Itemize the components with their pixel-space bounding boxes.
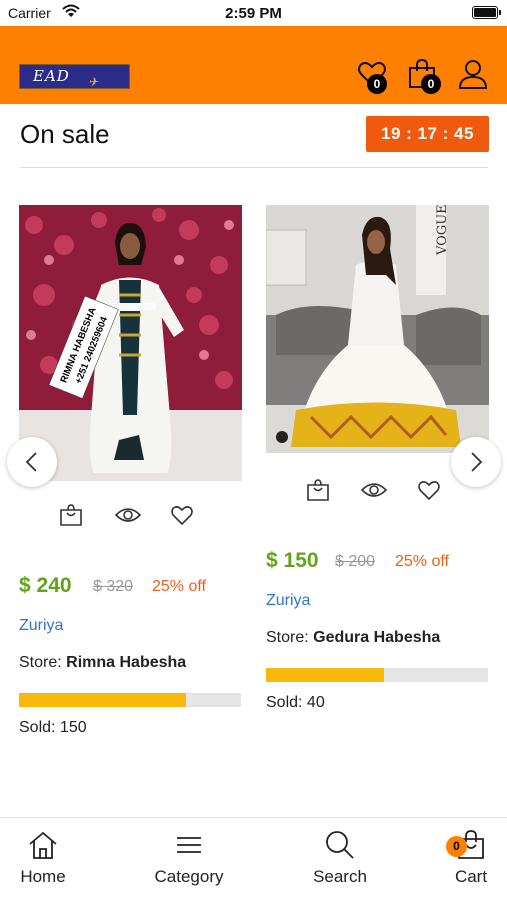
product-actions: [266, 478, 490, 504]
sold-progress-bar: [19, 693, 241, 707]
quick-view-button[interactable]: [360, 480, 388, 505]
section-title: On sale: [20, 119, 110, 149]
product-old-price: $ 320: [93, 578, 134, 595]
wishlist-button[interactable]: 0: [356, 58, 388, 94]
product-image[interactable]: RIMNA HABESHA +251 240259604: [19, 205, 242, 481]
shopping-bag-icon: [307, 479, 329, 501]
tab-label: Cart: [454, 867, 488, 886]
user-icon: [458, 60, 488, 89]
product-price: $ 240: [19, 574, 72, 597]
product-old-price: $ 200: [335, 553, 376, 570]
chevron-left-icon: [25, 452, 37, 472]
battery-icon: [472, 6, 501, 19]
sold-progress-bar: [266, 668, 488, 682]
status-bar: Carrier 2:59 PM: [0, 0, 507, 26]
carousel-prev-button[interactable]: [7, 437, 57, 487]
product-category-link[interactable]: Zuriya: [266, 592, 310, 610]
logo-text: EAD: [33, 67, 70, 85]
wishlist-count-badge: 0: [367, 74, 387, 94]
divider: [20, 167, 488, 168]
add-to-wishlist-button[interactable]: [170, 503, 194, 532]
app-header: EAD ✈ 0 0: [0, 26, 507, 104]
tab-search[interactable]: Search: [285, 818, 395, 900]
bag-count-badge: 0: [421, 74, 441, 94]
product-image[interactable]: VOGUE: [266, 205, 489, 453]
shopping-bag-icon: [60, 504, 82, 526]
store-name: Rimna Habesha: [66, 654, 187, 671]
cart-count-badge: 0: [446, 836, 467, 857]
product-discount: 25% off: [395, 553, 449, 570]
tab-label: Category: [154, 867, 224, 886]
tab-label: Home: [20, 867, 66, 886]
add-to-wishlist-button[interactable]: [417, 478, 441, 507]
menu-icon: [177, 837, 201, 853]
sold-progress-fill: [266, 668, 384, 682]
sold-progress-fill: [19, 693, 186, 707]
chevron-right-icon: [471, 452, 483, 472]
account-button[interactable]: [458, 58, 488, 90]
sold-count: Sold: 40: [266, 694, 325, 711]
heart-icon: [418, 481, 440, 501]
logo-plane-icon: ✈: [88, 75, 100, 89]
add-to-bag-button[interactable]: [59, 503, 83, 532]
product-store[interactable]: Store: Rimna Habesha: [19, 654, 186, 672]
brand-logo[interactable]: EAD ✈: [19, 64, 130, 89]
image-overlay-line: VOGUE: [435, 205, 450, 256]
product-discount: 25% off: [152, 578, 206, 595]
store-name: Gedura Habesha: [313, 629, 441, 646]
sold-count: Sold: 150: [19, 719, 87, 736]
store-label: Store:: [19, 654, 62, 671]
bag-button[interactable]: 0: [406, 58, 441, 94]
tab-label: Search: [313, 867, 367, 886]
home-icon: [29, 831, 57, 859]
sale-countdown: 19 : 17 : 45: [366, 116, 489, 152]
quick-view-button[interactable]: [114, 505, 142, 530]
heart-icon: [171, 506, 193, 526]
product-actions: [19, 503, 243, 529]
store-label: Store:: [266, 629, 309, 646]
tab-cart[interactable]: 0 Cart: [416, 818, 507, 900]
product-store[interactable]: Store: Gedura Habesha: [266, 629, 440, 647]
eye-icon: [360, 483, 388, 497]
add-to-bag-button[interactable]: [306, 478, 330, 507]
search-icon: [326, 831, 354, 859]
tab-bar: Home Category Search 0 Cart: [0, 817, 507, 900]
eye-icon: [114, 508, 142, 522]
tab-category[interactable]: Category: [134, 818, 244, 900]
tab-home[interactable]: Home: [0, 818, 98, 900]
product-category-link[interactable]: Zuriya: [19, 617, 63, 635]
status-time: 2:59 PM: [225, 5, 282, 22]
carousel-next-button[interactable]: [451, 437, 501, 487]
product-price: $ 150: [266, 549, 319, 572]
